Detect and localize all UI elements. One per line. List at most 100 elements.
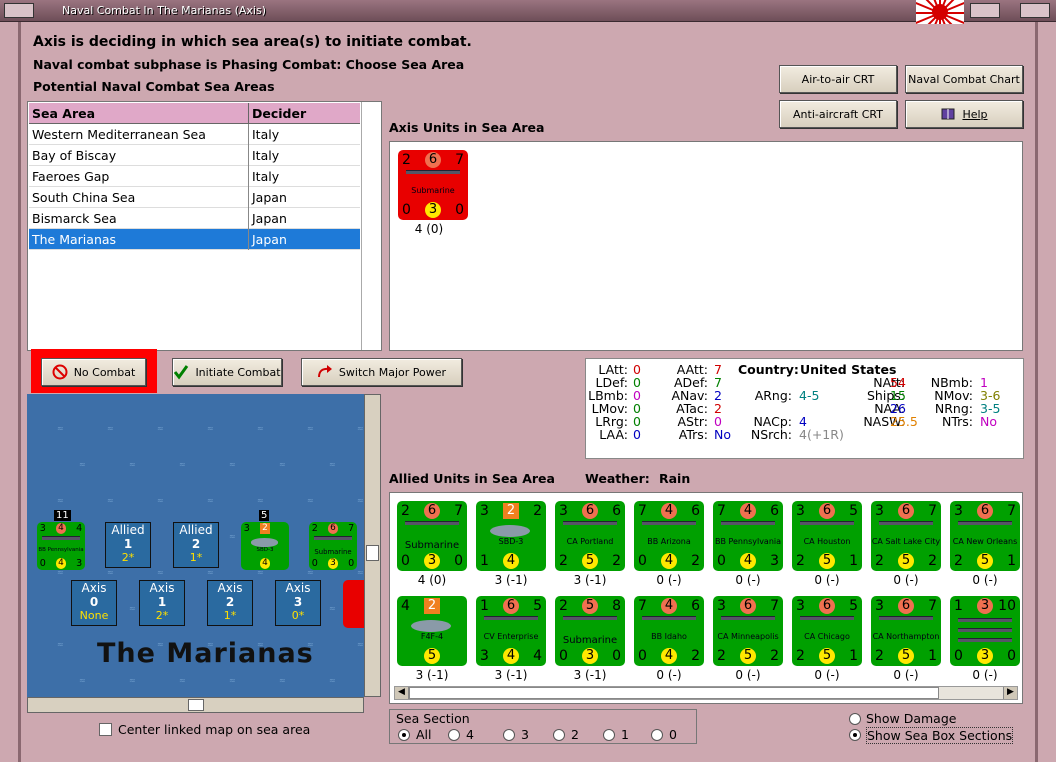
axis-sea-box[interactable]: Axis 1 2* <box>139 580 185 626</box>
unit-counter[interactable]: 3 5 6 2 1 5 CA Chicago <box>792 596 862 666</box>
submarine-icon <box>563 616 617 620</box>
initiate-combat-button[interactable]: Initiate Combat <box>172 358 282 386</box>
unit-counter[interactable]: 3 7 6 2 2 5 CA Salt Lake City <box>871 501 941 571</box>
switch-major-power-button[interactable]: Switch Major Power <box>301 358 462 386</box>
scroll-thumb[interactable] <box>409 687 939 699</box>
warship-icon <box>879 521 933 525</box>
unit-counter[interactable]: 3 2 4 SBD-3 <box>241 522 289 570</box>
unit-counter[interactable]: 2 7 6 0 0 3 Submarine <box>397 501 467 571</box>
show-sea-box-sections-radio[interactable] <box>849 729 861 741</box>
unit-caption: 3 (-1) <box>494 668 528 682</box>
sea-section-radio-1[interactable] <box>603 729 615 741</box>
sea-section-radio-3[interactable] <box>503 729 515 741</box>
wave-icon: ≈ <box>307 424 314 433</box>
help-button[interactable]: Help <box>905 100 1023 128</box>
wave-icon: ≈ <box>129 604 136 613</box>
unit-counter[interactable]: 3 2 2 1 4 SBD-3 <box>476 501 546 571</box>
attack-value: 3 <box>243 523 250 535</box>
allied-sea-box[interactable]: Allied 2 1* <box>173 522 219 568</box>
no-combat-button[interactable]: No Combat <box>41 358 146 386</box>
movement-value: 1 <box>928 648 937 664</box>
unit-counter[interactable]: 1 5 6 3 4 4 CV Enterprise <box>476 596 546 666</box>
show-damage-radio[interactable] <box>849 713 861 725</box>
map-hscroll-thumb[interactable] <box>188 699 204 711</box>
range-value: 6 <box>770 503 779 519</box>
unit-counter[interactable]: 2 8 5 0 0 3 Submarine <box>555 596 625 666</box>
sea-section-radio-0[interactable] <box>651 729 663 741</box>
sea-area-map[interactable]: ≈ ≈ ≈ ≈ ≈ ≈ ≈ ≈ ≈ ≈ ≈ ≈ ≈ ≈ ≈ ≈ ≈ ≈ ≈ ≈ ≈ ≈ ≈ ≈ ≈ ≈ ≈ ≈ ≈ ≈ ≈ ≈ ≈ ≈ ≈ ≈ ≈ ≈ ≈ ≈… <box>27 394 364 697</box>
unit-counter[interactable]: 7 6 4 0 3 4 BB Pennsylvania <box>713 501 783 571</box>
scroll-left-icon[interactable]: ◀ <box>395 687 409 699</box>
sea-section-radio-4[interactable] <box>448 729 460 741</box>
sea-section-radio-2[interactable] <box>553 729 565 741</box>
anti-aircraft-crt-label: Anti-aircraft CRT <box>793 107 883 121</box>
aa-circle: 5 <box>582 553 598 569</box>
warship-icon <box>879 616 933 620</box>
aa-circle: 3 <box>977 648 993 664</box>
factor-circle: 4 <box>740 503 756 519</box>
unit-counter[interactable]: 4 2 5 F4F-4 <box>397 596 467 666</box>
unit-counter[interactable]: 3 6 6 2 2 5 CA Portland <box>555 501 625 571</box>
defense-value: 0 <box>559 648 568 664</box>
table-row[interactable]: Western Mediterranean Sea Italy <box>29 124 360 145</box>
table-row[interactable]: Faeroes Gap Italy <box>29 166 360 187</box>
unit-counter[interactable]: 3 7 6 2 1 5 CA Northampton <box>871 596 941 666</box>
unit-counter[interactable]: 3 5 6 2 1 5 CA Houston <box>792 501 862 571</box>
sea-section-radio-all[interactable] <box>398 729 410 741</box>
table-scrollbar[interactable] <box>361 102 381 350</box>
movement-value: 0 <box>348 557 355 569</box>
sea-area-table: Sea Area Decider Western Mediterranean S… <box>27 101 382 351</box>
close-button[interactable] <box>1020 3 1050 18</box>
map-vertical-scrollbar[interactable] <box>364 394 381 697</box>
wave-icon: ≈ <box>157 496 164 505</box>
attack-value: 2 <box>401 503 410 519</box>
defense-value: 0 <box>402 202 411 218</box>
table-row[interactable]: South China Sea Japan <box>29 187 360 208</box>
air-to-air-crt-button[interactable]: Air-to-air CRT <box>779 65 897 93</box>
unit-counter[interactable]: 2 7 6 0 0 3 Submarine <box>398 150 468 220</box>
factor-circle: 6 <box>898 503 914 519</box>
column-header-sea-area[interactable]: Sea Area <box>32 106 95 121</box>
minimize-button[interactable] <box>970 3 1000 18</box>
unit-counter[interactable]: 2 7 6 0 0 3 Submarine <box>309 522 357 570</box>
anti-aircraft-crt-button[interactable]: Anti-aircraft CRT <box>779 100 897 128</box>
defense-value: 2 <box>559 553 568 569</box>
column-header-decider[interactable]: Decider <box>248 103 306 123</box>
range-value: 7 <box>348 523 355 535</box>
warship-icon <box>563 521 617 525</box>
axis-sea-box[interactable]: Axis 0 None <box>71 580 117 626</box>
allied-units-scrollbar[interactable]: ◀ ▶ <box>394 686 1018 700</box>
unit-counter[interactable]: 3 4 4 0 3 4 BB Pennsylvania <box>37 522 85 570</box>
defense-value: 0 <box>638 553 647 569</box>
column-separator <box>248 229 249 250</box>
scroll-right-icon[interactable]: ▶ <box>1003 687 1017 699</box>
unit-counter[interactable]: 3 7 6 2 2 5 CA Minneapolis <box>713 596 783 666</box>
unit-counter[interactable]: 7 6 4 0 2 4 BB Arizona <box>634 501 704 571</box>
table-header: Sea Area Decider <box>29 103 360 124</box>
axis-unit-edge[interactable] <box>343 580 364 628</box>
table-row[interactable]: The Marianas Japan <box>29 229 360 250</box>
table-row[interactable]: Bay of Biscay Italy <box>29 145 360 166</box>
sea-area-cell: Faeroes Gap <box>32 169 110 184</box>
sea-box-sub: 2* <box>121 551 135 564</box>
map-vscroll-thumb[interactable] <box>366 545 379 561</box>
range-value: 7 <box>1007 503 1016 519</box>
wave-icon: ≈ <box>329 604 336 613</box>
window-menu-button[interactable] <box>4 3 34 18</box>
naval-combat-chart-button[interactable]: Naval Combat Chart <box>905 65 1023 93</box>
wave-icon: ≈ <box>157 424 164 433</box>
checkmark-icon <box>174 365 189 380</box>
prohibited-icon <box>52 364 68 380</box>
table-row[interactable]: Bismarck Sea Japan <box>29 208 360 229</box>
axis-sea-box[interactable]: Axis 3 0* <box>275 580 321 626</box>
axis-sea-box[interactable]: Axis 2 1* <box>207 580 253 626</box>
center-linked-checkbox[interactable] <box>99 723 112 736</box>
unit-counter[interactable]: 1 10 3 0 0 3 <box>950 596 1020 666</box>
decider-cell: Japan <box>252 232 287 247</box>
stack-count-badge: 5 <box>259 510 270 521</box>
defense-value: 0 <box>39 557 46 569</box>
unit-counter[interactable]: 3 7 6 2 1 5 CA New Orleans <box>950 501 1020 571</box>
map-horizontal-scrollbar[interactable] <box>27 697 364 713</box>
unit-counter[interactable]: 7 6 4 0 2 4 BB Idaho <box>634 596 704 666</box>
allied-sea-box[interactable]: Allied 1 2* <box>105 522 151 568</box>
